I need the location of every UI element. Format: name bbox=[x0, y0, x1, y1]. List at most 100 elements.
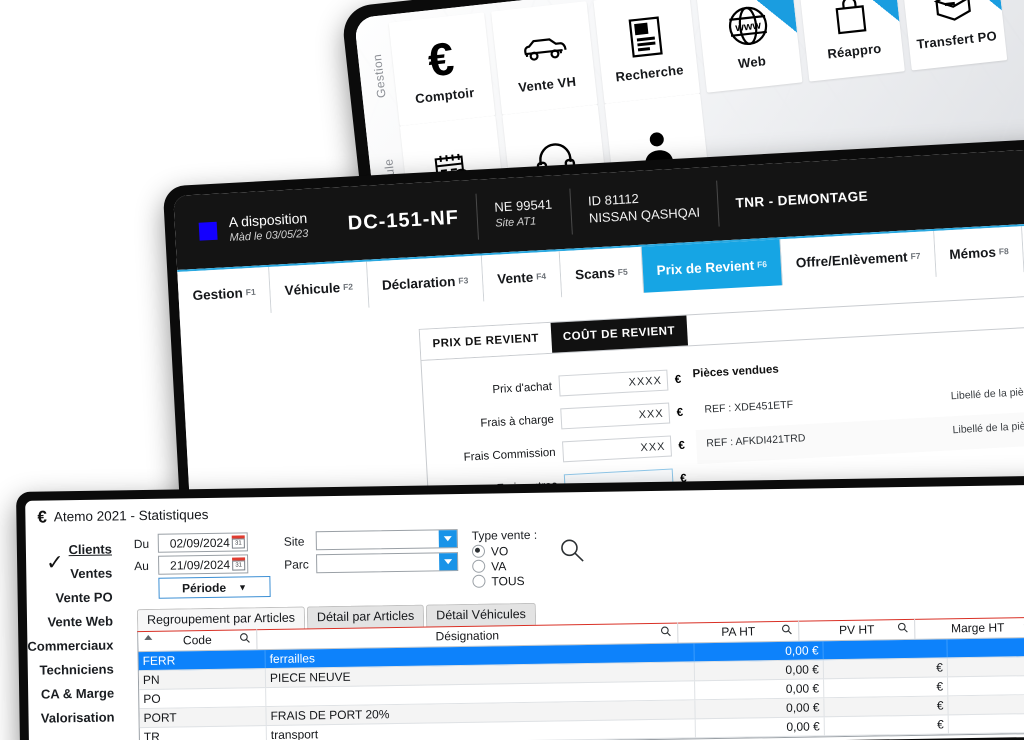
radio-vo[interactable]: VO bbox=[471, 543, 538, 559]
cell-code: PN bbox=[138, 669, 267, 690]
field-input[interactable]: XXX bbox=[560, 402, 671, 430]
field-input[interactable]: XXXX bbox=[558, 369, 669, 397]
cell-code: PO bbox=[139, 688, 267, 709]
tab-detail-vehicules[interactable]: Détail Véhicules bbox=[426, 602, 537, 627]
sidebar-item-label: Techniciens bbox=[39, 660, 114, 678]
sidebar-item-vente-web[interactable]: Vente Web bbox=[27, 608, 131, 634]
tile-caption: Web bbox=[737, 52, 767, 71]
tile-reappro[interactable]: 67 Réappro bbox=[798, 0, 905, 82]
search-button[interactable] bbox=[559, 537, 585, 568]
tile-comptoir[interactable]: € Comptoir bbox=[388, 12, 496, 127]
date-filters: Du 02/09/2024 31 Au 21/09/2024 31 Périod… bbox=[134, 532, 271, 599]
tab-regroupement-par-articles[interactable]: Regroupement par Articles bbox=[136, 606, 306, 632]
tab-fkey: F7 bbox=[910, 250, 921, 262]
radio-icon[interactable] bbox=[472, 574, 486, 588]
status-square-icon bbox=[198, 221, 218, 241]
date-from-row: Du 02/09/2024 31 bbox=[134, 532, 270, 553]
field-label: Frais à charge bbox=[480, 413, 555, 430]
date-to-row: Au 21/09/2024 31 bbox=[134, 554, 270, 575]
magnifier-icon[interactable] bbox=[897, 622, 908, 636]
type-vente-label: Type vente : bbox=[471, 527, 538, 543]
stats-sidebar: ✓ Clients Ventes Vente PO Vente Web Comm… bbox=[26, 530, 133, 740]
tab-gestion[interactable]: Gestion F1 bbox=[177, 266, 272, 320]
cell-pa-ht: 0,00 € bbox=[694, 660, 825, 681]
parc-row: Parc bbox=[284, 552, 459, 574]
sidebar-item-valorisation[interactable]: Valorisation bbox=[28, 704, 132, 730]
sidebar-item-label: Commerciaux bbox=[27, 636, 114, 654]
tile-caption: Recherche bbox=[614, 61, 685, 84]
sidebar-item-clients[interactable]: Clients bbox=[26, 536, 130, 562]
column-header-code[interactable]: Code bbox=[138, 629, 258, 652]
car-icon bbox=[514, 22, 573, 74]
date-to-input[interactable]: 21/09/2024 31 bbox=[158, 554, 249, 575]
date-from-input[interactable]: 02/09/2024 31 bbox=[157, 532, 248, 553]
cell-marge-ht: 0,00 € bbox=[948, 713, 1024, 734]
site-row: Site bbox=[284, 529, 458, 551]
sidebar-item-ventes[interactable]: Ventes bbox=[26, 560, 130, 586]
chevron-down-icon[interactable] bbox=[439, 553, 458, 571]
cell-marge-ht: 0,00 € bbox=[948, 675, 1024, 696]
calendar-icon[interactable]: 31 bbox=[231, 535, 245, 549]
sort-asc-icon[interactable] bbox=[144, 634, 153, 641]
tab-vente[interactable]: Vente F4 bbox=[481, 251, 563, 304]
chevron-down-icon[interactable] bbox=[438, 530, 457, 548]
field-input[interactable]: XXX bbox=[562, 435, 672, 463]
sidebar-item-label: Ventes bbox=[70, 564, 113, 581]
radio-icon[interactable] bbox=[472, 559, 486, 573]
magnifier-icon[interactable] bbox=[660, 626, 671, 640]
tile-recherche[interactable]: Recherche bbox=[593, 0, 701, 104]
magnifier-icon[interactable] bbox=[781, 624, 792, 638]
tab-fkey: F3 bbox=[458, 275, 469, 286]
date-to-value: 21/09/2024 bbox=[169, 557, 231, 573]
radio-va[interactable]: VA bbox=[472, 558, 538, 574]
magnifier-icon bbox=[561, 539, 585, 562]
tab-label: Mémos bbox=[948, 244, 997, 262]
column-label: Code bbox=[182, 632, 212, 648]
stats-filters: Du 02/09/2024 31 Au 21/09/2024 31 Périod… bbox=[130, 519, 1024, 599]
sold-parts-title: Pièces vendues bbox=[692, 363, 780, 381]
site-select[interactable] bbox=[315, 529, 458, 551]
sidebar-item-commerciaux[interactable]: Commerciaux bbox=[27, 632, 131, 658]
currency-symbol: € bbox=[674, 373, 682, 386]
cell-pa-ht: 0,00 € bbox=[695, 698, 825, 719]
cell-pa-ht: 0,00 € bbox=[695, 679, 825, 700]
date-from-value: 02/09/2024 bbox=[169, 535, 230, 551]
sidebar-item-vente-po[interactable]: Vente PO bbox=[26, 584, 130, 610]
vehicle-status: A disposition Màd le 03/05/23 bbox=[180, 202, 331, 256]
cell-pv-ht bbox=[823, 639, 948, 660]
parc-value bbox=[317, 553, 439, 572]
tile-vente-vh[interactable]: Vente VH bbox=[491, 1, 598, 115]
tab-scans[interactable]: Scans F5 bbox=[559, 246, 644, 300]
periode-dropdown[interactable]: Période ▼ bbox=[158, 576, 271, 599]
tab-detail-par-articles[interactable]: Détail par Articles bbox=[306, 604, 425, 629]
cell-code: PORT bbox=[139, 707, 267, 728]
sidebar-item-label: Valorisation bbox=[40, 708, 115, 726]
date-to-label: Au bbox=[134, 558, 149, 573]
tile-badge: 67 bbox=[839, 0, 900, 28]
cell-code: FERR bbox=[138, 650, 266, 671]
column-header-pv-ht[interactable]: PV HT bbox=[799, 618, 916, 641]
tab-memos[interactable]: Mémos F8 bbox=[934, 226, 1024, 279]
cell-pa-ht: 0,00 € bbox=[694, 641, 824, 662]
parc-select[interactable] bbox=[315, 552, 459, 574]
calendar-icon[interactable]: 31 bbox=[232, 557, 246, 571]
sidebar-item-techniciens[interactable]: Techniciens bbox=[28, 656, 132, 682]
column-header-pa-ht[interactable]: PA HT bbox=[678, 620, 800, 643]
tile-caption: Comptoir bbox=[414, 84, 476, 106]
magnifier-icon[interactable] bbox=[239, 632, 250, 646]
column-label: PA HT bbox=[721, 624, 756, 639]
stats-body: ✓ Clients Ventes Vente PO Vente Web Comm… bbox=[26, 512, 1024, 740]
tile-web[interactable]: 126 www Web bbox=[695, 0, 803, 93]
tile-transfert-po[interactable]: 0/0 Transfert PO bbox=[900, 0, 1008, 71]
column-header-marge-ht[interactable]: Marge HT bbox=[915, 616, 1024, 639]
currency-symbol: € bbox=[678, 439, 686, 452]
tab-vehicule[interactable]: Véhicule F2 bbox=[269, 261, 370, 315]
column-label: Marge HT bbox=[950, 620, 1005, 636]
radio-icon[interactable] bbox=[471, 544, 486, 558]
sidebar-item-ca-marge[interactable]: CA & Marge bbox=[28, 680, 132, 706]
tab-fkey: F8 bbox=[998, 245, 1010, 257]
type-vente-filter: Type vente : VO VA TOUS bbox=[472, 528, 538, 589]
radio-tous[interactable]: TOUS bbox=[472, 573, 538, 589]
sold-part-label: Libellé de la pièce vendue juste ici bbox=[950, 382, 1024, 403]
field-label: Frais Commission bbox=[463, 446, 556, 464]
